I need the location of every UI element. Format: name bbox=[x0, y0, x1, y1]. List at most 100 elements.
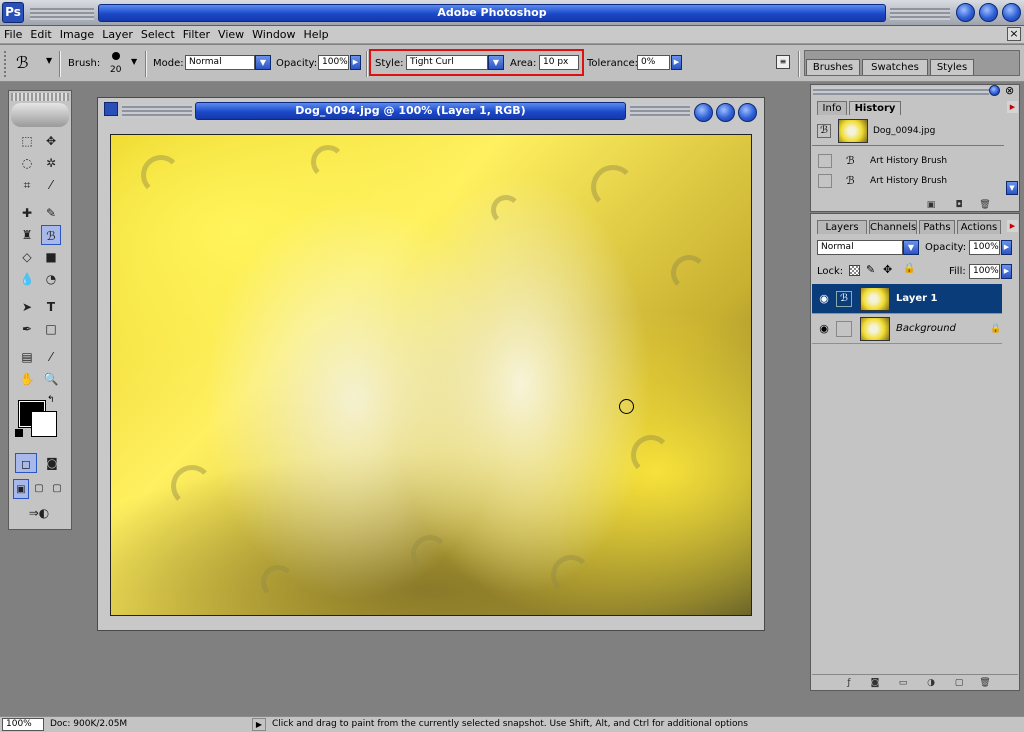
full-screen-menu-mode-icon[interactable]: ▢ bbox=[31, 479, 47, 499]
tab-channels[interactable]: Channels bbox=[869, 220, 917, 234]
opacity-input[interactable]: 100% bbox=[318, 55, 349, 70]
clone-stamp-tool-icon[interactable]: ♜ bbox=[17, 225, 37, 245]
eraser-tool-icon[interactable]: ◇ bbox=[17, 247, 37, 267]
new-set-folder-icon[interactable]: ▭ bbox=[896, 677, 910, 689]
new-document-from-state-icon[interactable]: ▣ bbox=[924, 199, 938, 211]
layers-menu-arrow-icon[interactable]: ▶ bbox=[1007, 220, 1018, 232]
jump-to-imageready-icon[interactable]: ⇒◐ bbox=[17, 503, 61, 523]
tolerance-slider-arrow-icon[interactable]: ▶ bbox=[671, 55, 682, 70]
new-snapshot-camera-icon[interactable]: ◘ bbox=[952, 199, 966, 211]
delete-layer-trash-icon[interactable]: 🗑 bbox=[978, 677, 992, 689]
layer-brush-link-icon[interactable]: ℬ bbox=[836, 291, 852, 307]
blur-tool-icon[interactable]: 💧 bbox=[17, 269, 37, 289]
layer-style-icon[interactable]: ƒ bbox=[842, 677, 856, 689]
standard-mode-icon[interactable]: ◻ bbox=[15, 453, 37, 473]
standard-screen-mode-icon[interactable]: ▣ bbox=[13, 479, 29, 499]
menu-help[interactable]: Help bbox=[300, 26, 333, 43]
shape-tool-icon[interactable]: □ bbox=[41, 319, 61, 339]
history-scroll-down-icon[interactable]: ▼ bbox=[1006, 181, 1018, 195]
brush-tip-icon[interactable] bbox=[112, 52, 120, 60]
tab-history[interactable]: History bbox=[849, 101, 901, 115]
crop-tool-icon[interactable]: ⌗ bbox=[17, 175, 37, 195]
close-button[interactable] bbox=[1002, 3, 1021, 22]
full-screen-mode-icon[interactable]: ▢ bbox=[49, 479, 65, 499]
tool-preset-chevron-down-icon[interactable]: ▼ bbox=[46, 56, 52, 65]
menu-filter[interactable]: Filter bbox=[179, 26, 214, 43]
art-history-brush-tool-icon[interactable]: ℬ bbox=[41, 225, 61, 245]
brush-picker-chevron-down-icon[interactable]: ▼ bbox=[131, 57, 137, 66]
layer-opacity-arrow-icon[interactable]: ▶ bbox=[1001, 240, 1012, 255]
marquee-tool-icon[interactable]: ⬚ bbox=[17, 131, 37, 151]
history-snapshot-row[interactable]: ℬ Dog_0094.jpg bbox=[812, 116, 1004, 146]
document-close-button[interactable] bbox=[738, 103, 757, 122]
tab-info[interactable]: Info bbox=[817, 101, 847, 115]
swap-colors-icon[interactable]: ↰ bbox=[47, 395, 55, 405]
document-maximize-button[interactable] bbox=[716, 103, 735, 122]
palette-well-tab-styles[interactable]: Styles bbox=[930, 59, 974, 75]
zoom-tool-icon[interactable]: 🔍 bbox=[41, 369, 61, 389]
history-menu-arrow-icon[interactable]: ▶ bbox=[1007, 101, 1018, 113]
palette-well-tab-brushes[interactable]: Brushes bbox=[806, 59, 860, 75]
history-panel-close-icon[interactable]: ⊗ bbox=[1005, 84, 1014, 97]
blend-mode-select[interactable]: Normal bbox=[817, 240, 903, 255]
history-trash-icon[interactable]: 🗑 bbox=[978, 199, 992, 211]
document-minimize-button[interactable] bbox=[694, 103, 713, 122]
adobe-online-icon[interactable] bbox=[11, 103, 69, 127]
history-state[interactable]: ℬ Art History Brush bbox=[812, 151, 1000, 171]
document-icon[interactable] bbox=[104, 102, 118, 116]
gradient-tool-icon[interactable]: ■ bbox=[41, 247, 61, 267]
healing-brush-tool-icon[interactable]: ✚ bbox=[17, 203, 37, 223]
style-chevron-down-icon[interactable]: ▼ bbox=[488, 55, 504, 70]
photoshop-logo-icon[interactable]: Ps bbox=[2, 2, 24, 23]
tab-layers[interactable]: Layers bbox=[817, 220, 867, 234]
tolerance-input[interactable]: 0% bbox=[637, 55, 670, 70]
area-input[interactable]: 10 px bbox=[539, 55, 579, 70]
mode-select[interactable]: Normal bbox=[185, 55, 255, 70]
palette-well-tab-swatches[interactable]: Swatches bbox=[862, 59, 928, 75]
magic-wand-tool-icon[interactable]: ✲ bbox=[41, 153, 61, 173]
history-source-icon[interactable]: ℬ bbox=[817, 124, 831, 138]
lock-all-icon[interactable]: 🔒 bbox=[903, 263, 915, 274]
style-select[interactable]: Tight Curl bbox=[406, 55, 488, 70]
image-canvas[interactable] bbox=[110, 134, 752, 616]
layer-visibility-eye-icon[interactable]: ◉ bbox=[816, 291, 832, 307]
default-colors-icon[interactable] bbox=[15, 429, 23, 437]
minimize-button[interactable] bbox=[956, 3, 975, 22]
add-mask-icon[interactable]: ◙ bbox=[868, 677, 882, 689]
file-browser-icon[interactable]: ≡ bbox=[776, 55, 790, 69]
menu-edit[interactable]: Edit bbox=[26, 26, 55, 43]
notes-tool-icon[interactable]: ▤ bbox=[17, 347, 37, 367]
tab-paths[interactable]: Paths bbox=[919, 220, 955, 234]
path-selection-tool-icon[interactable]: ➤ bbox=[17, 297, 37, 317]
menu-window[interactable]: Window bbox=[248, 26, 299, 43]
slice-tool-icon[interactable]: ⁄ bbox=[41, 175, 61, 195]
layer-link-box[interactable] bbox=[836, 321, 852, 337]
status-menu-arrow-icon[interactable]: ▶ bbox=[252, 718, 266, 731]
lock-position-icon[interactable]: ✥ bbox=[883, 263, 892, 276]
quick-mask-mode-icon[interactable]: ◙ bbox=[41, 453, 63, 473]
opacity-slider-arrow-icon[interactable]: ▶ bbox=[350, 55, 361, 70]
brush-tool-icon[interactable]: ✎ bbox=[41, 203, 61, 223]
layer-visibility-eye-icon[interactable]: ◉ bbox=[816, 321, 832, 337]
maximize-button[interactable] bbox=[979, 3, 998, 22]
move-tool-icon[interactable]: ✥ bbox=[41, 131, 61, 151]
hand-tool-icon[interactable]: ✋ bbox=[17, 369, 37, 389]
background-color-swatch[interactable] bbox=[31, 411, 57, 437]
menu-image[interactable]: Image bbox=[56, 26, 98, 43]
fill-input[interactable]: 100% bbox=[969, 264, 1000, 279]
history-source-checkbox[interactable] bbox=[818, 154, 832, 168]
dodge-tool-icon[interactable]: ◔ bbox=[41, 269, 61, 289]
layer-row-background[interactable]: ◉ Background 🔒 bbox=[812, 314, 1002, 344]
fill-arrow-icon[interactable]: ▶ bbox=[1001, 264, 1012, 279]
menu-view[interactable]: View bbox=[214, 26, 248, 43]
pen-tool-icon[interactable]: ✒ bbox=[17, 319, 37, 339]
zoom-input[interactable]: 100% bbox=[2, 718, 44, 731]
adjustment-layer-icon[interactable]: ◑ bbox=[924, 677, 938, 689]
menu-select[interactable]: Select bbox=[137, 26, 179, 43]
history-panel-minimize-button[interactable] bbox=[989, 85, 1000, 96]
tab-actions[interactable]: Actions bbox=[957, 220, 1001, 234]
history-state[interactable]: ℬ Art History Brush bbox=[812, 171, 1000, 191]
blend-mode-chevron-down-icon[interactable]: ▼ bbox=[903, 240, 919, 255]
document-close-icon[interactable]: × bbox=[1007, 27, 1021, 41]
lock-transparency-icon[interactable] bbox=[849, 265, 860, 276]
